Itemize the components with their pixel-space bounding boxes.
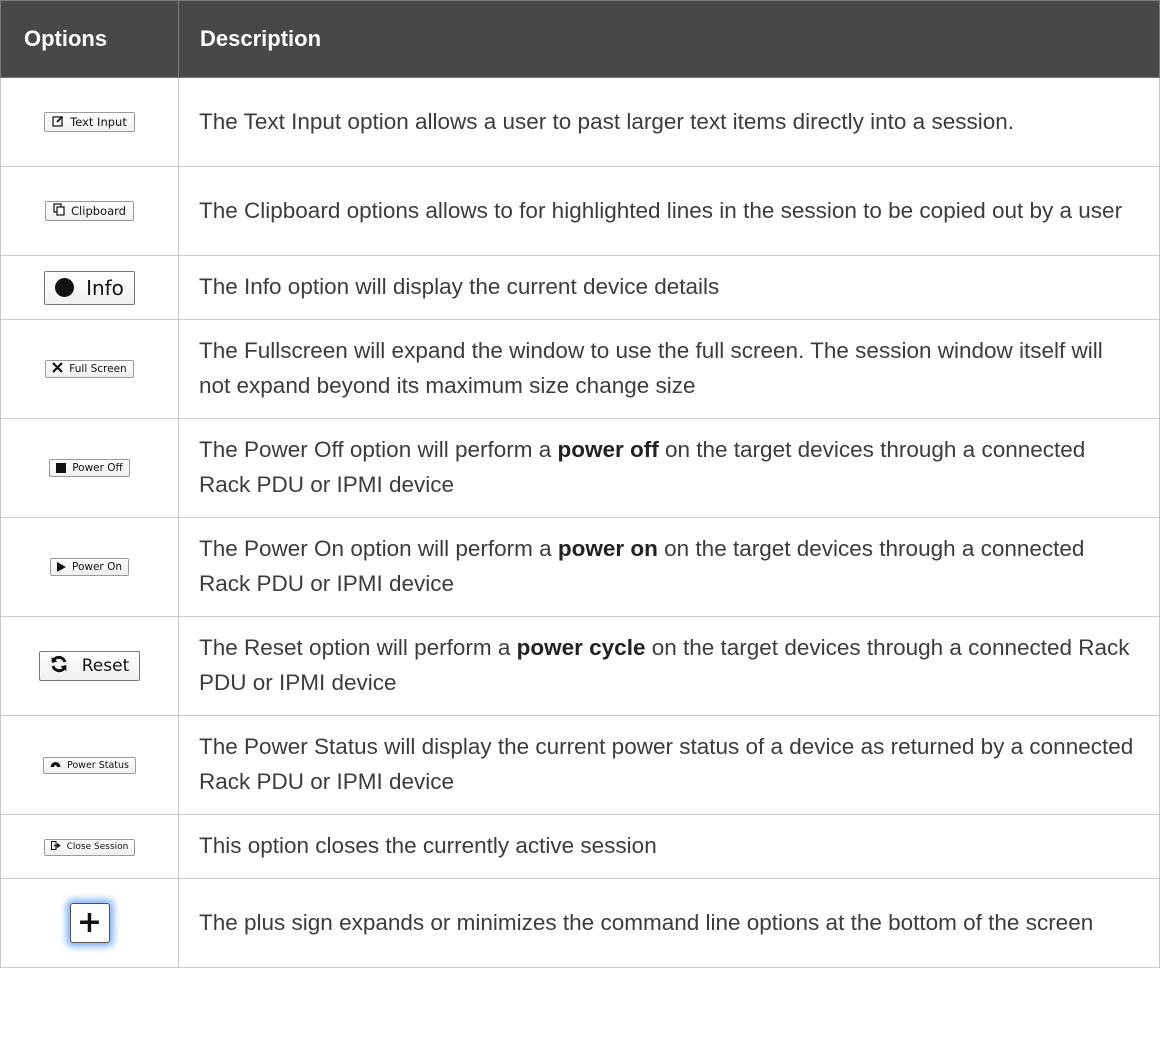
clipboard-icon bbox=[53, 203, 65, 219]
description-text-bold: power on bbox=[557, 536, 658, 561]
close-session-button[interactable]: Close Session bbox=[43, 838, 136, 856]
text-input-button[interactable]: Text Input bbox=[44, 112, 135, 132]
table-row: Text Input The Text Input option allows … bbox=[0, 77, 1160, 167]
button-label: Info bbox=[86, 275, 124, 300]
description-cell: The Reset option will perform a power cy… bbox=[178, 616, 1160, 716]
description-text-a: The Power On option will perform a bbox=[199, 536, 558, 561]
fullscreen-icon bbox=[52, 362, 64, 376]
button-label: Text Input bbox=[70, 115, 127, 129]
description-text: The Power Status will display the curren… bbox=[199, 734, 1134, 794]
options-table: Options Description Text Input The Text … bbox=[0, 0, 1160, 968]
description-cell: The plus sign expands or minimizes the c… bbox=[178, 878, 1160, 968]
option-cell: Close Session bbox=[0, 814, 179, 879]
description-cell: The Power Off option will perform a powe… bbox=[178, 418, 1160, 518]
header-description: Description bbox=[178, 0, 1160, 78]
refresh-icon bbox=[50, 655, 68, 678]
button-label: Power On bbox=[71, 560, 122, 573]
plus-icon: + bbox=[76, 905, 103, 940]
power-off-button[interactable]: Power Off bbox=[49, 458, 130, 477]
option-cell: i Info bbox=[0, 255, 179, 320]
table-row: i Info The Info option will display the … bbox=[0, 255, 1160, 320]
table-row: + The plus sign expands or minimizes the… bbox=[0, 878, 1160, 968]
table-row: Power On The Power On option will perfor… bbox=[0, 517, 1160, 617]
clipboard-button[interactable]: Clipboard bbox=[45, 201, 134, 221]
description-text: This option closes the currently active … bbox=[199, 833, 657, 858]
description-cell: The Clipboard options allows to for high… bbox=[178, 166, 1160, 256]
option-cell: + bbox=[0, 878, 179, 968]
description-cell: The Power Status will display the curren… bbox=[178, 715, 1160, 815]
power-on-button[interactable]: Power On bbox=[49, 557, 129, 576]
button-label: Close Session bbox=[66, 842, 129, 853]
option-cell: Power Status bbox=[0, 715, 179, 815]
description-text: The plus sign expands or minimizes the c… bbox=[199, 909, 1094, 935]
description-cell: The Info option will display the current… bbox=[178, 255, 1160, 320]
table-row: Power Off The Power Off option will perf… bbox=[0, 418, 1160, 518]
button-label: Power Off bbox=[72, 461, 123, 474]
option-cell: Text Input bbox=[0, 77, 179, 167]
description-cell: The Power On option will perform a power… bbox=[178, 517, 1160, 617]
sign-out-icon bbox=[50, 841, 61, 853]
header-options: Options bbox=[0, 0, 179, 78]
power-status-button[interactable]: Power Status bbox=[42, 757, 136, 774]
description-text: The Text Input option allows a user to p… bbox=[199, 108, 1014, 134]
description-text: The Clipboard options allows to for high… bbox=[199, 197, 1123, 223]
option-cell: Clipboard bbox=[0, 166, 179, 256]
full-screen-button[interactable]: Full Screen bbox=[45, 360, 134, 378]
table-row: Power Status The Power Status will displ… bbox=[0, 715, 1160, 815]
description-text: The Fullscreen will expand the window to… bbox=[199, 338, 1103, 398]
table-row: Close Session This option closes the cur… bbox=[0, 814, 1160, 879]
dashboard-icon bbox=[50, 759, 61, 772]
info-button[interactable]: i Info bbox=[44, 270, 135, 305]
info-icon: i bbox=[55, 278, 75, 297]
description-text-bold: power off bbox=[557, 437, 659, 462]
table-row: Clipboard The Clipboard options allows t… bbox=[0, 166, 1160, 256]
edit-icon bbox=[52, 115, 64, 130]
table-row: Full Screen The Fullscreen will expand t… bbox=[0, 319, 1160, 419]
option-cell: Power On bbox=[0, 517, 179, 617]
option-cell: Power Off bbox=[0, 418, 179, 518]
option-cell: Full Screen bbox=[0, 319, 179, 419]
option-cell: Reset bbox=[0, 616, 179, 716]
button-label: Power Status bbox=[66, 760, 129, 771]
description-cell: This option closes the currently active … bbox=[178, 814, 1160, 879]
expand-button[interactable]: + bbox=[69, 903, 110, 943]
description-text-bold: power cycle bbox=[516, 635, 646, 660]
description-text-a: The Power Off option will perform a bbox=[199, 437, 558, 462]
button-label: Full Screen bbox=[69, 363, 127, 375]
play-icon bbox=[56, 561, 66, 572]
description-cell: The Text Input option allows a user to p… bbox=[178, 77, 1160, 167]
reset-button[interactable]: Reset bbox=[38, 651, 141, 681]
description-cell: The Fullscreen will expand the window to… bbox=[178, 319, 1160, 419]
header-row: Options Description bbox=[0, 0, 1160, 78]
button-label: Clipboard bbox=[71, 204, 126, 218]
description-text-a: The Reset option will perform a bbox=[199, 635, 517, 660]
description-text: The Info option will display the current… bbox=[199, 274, 720, 299]
button-label: Reset bbox=[81, 656, 130, 676]
stop-icon bbox=[56, 462, 67, 473]
table-row: Reset The Reset option will perform a po… bbox=[0, 616, 1160, 716]
